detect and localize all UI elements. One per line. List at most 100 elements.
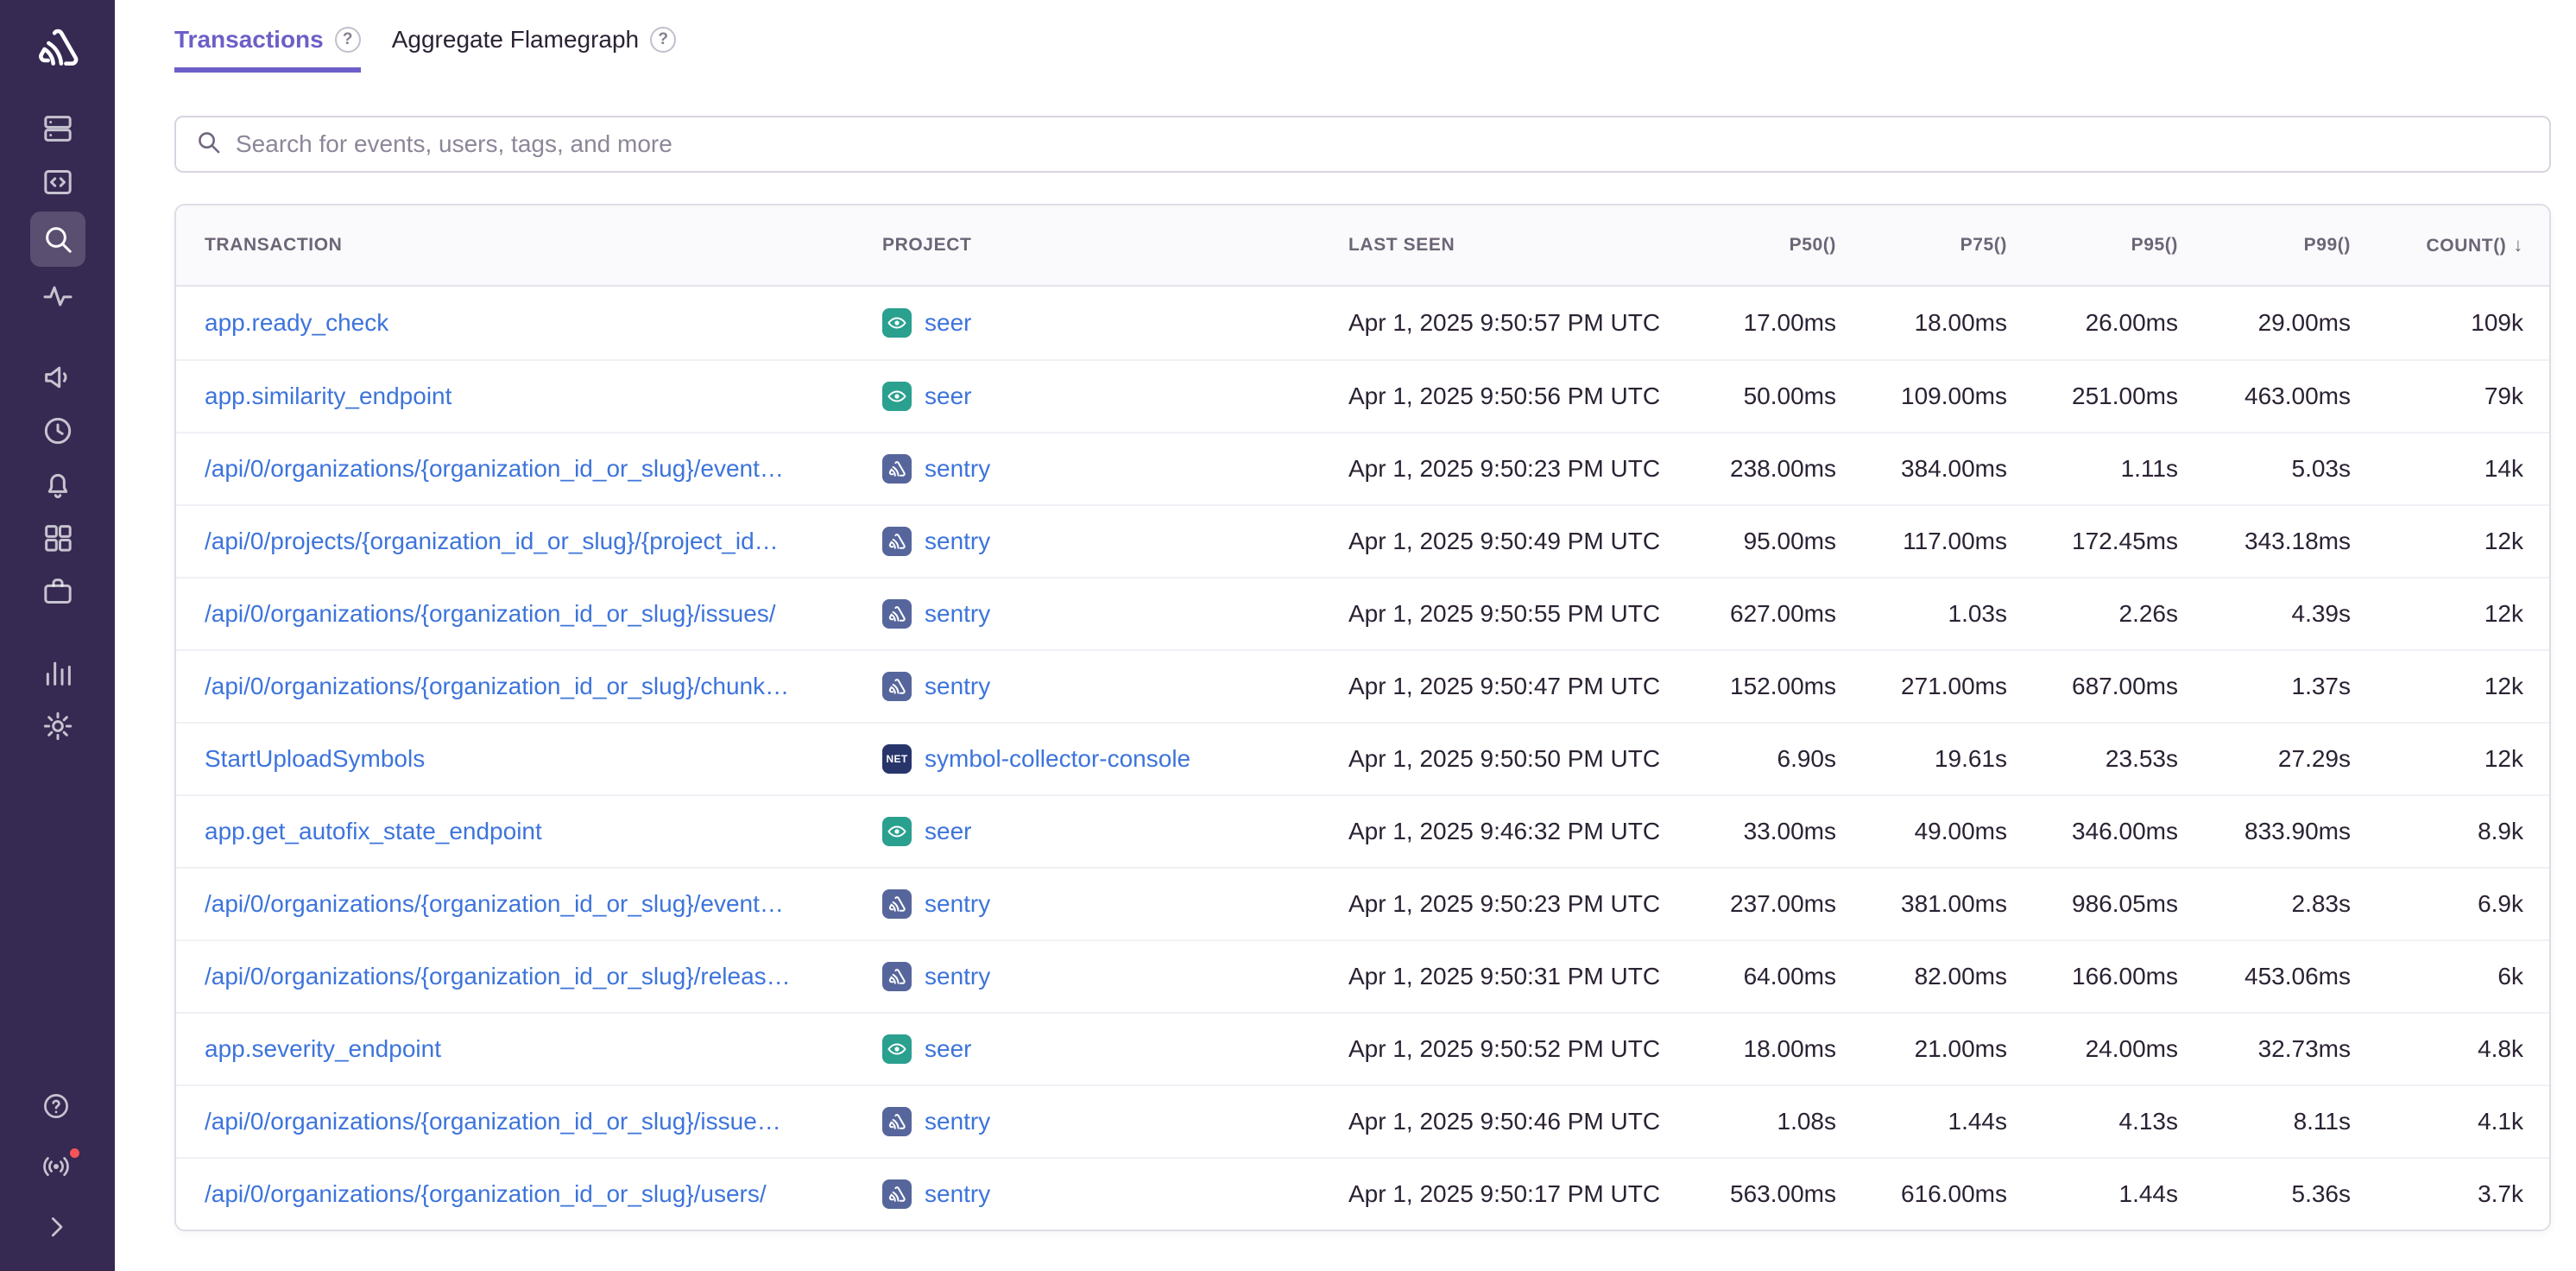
- cell-p75: 19.61s: [1836, 745, 2007, 773]
- column-header-transaction[interactable]: TRANSACTION: [205, 235, 882, 256]
- transaction-link[interactable]: /api/0/projects/{organization_id_or_slug…: [205, 528, 779, 554]
- project-link[interactable]: seer: [925, 818, 971, 845]
- help-circle-icon[interactable]: ?: [335, 27, 361, 53]
- column-header-p75[interactable]: P75(): [1836, 235, 2007, 256]
- cell-p50: 238.00ms: [1676, 455, 1836, 483]
- app-root: Transactions? Aggregate Flamegraph? TRANS…: [0, 0, 2576, 1271]
- cell-transaction: /api/0/organizations/{organization_id_or…: [205, 455, 882, 483]
- transaction-link[interactable]: /api/0/organizations/{organization_id_or…: [205, 1108, 781, 1135]
- sidebar-item-traces[interactable]: [30, 269, 85, 323]
- cell-p99: 27.29s: [2178, 745, 2351, 773]
- cell-transaction: /api/0/organizations/{organization_id_or…: [205, 673, 882, 700]
- sidebar-item-settings[interactable]: [30, 699, 85, 753]
- cell-p50: 152.00ms: [1676, 673, 1836, 700]
- cell-count: 12k: [2351, 673, 2523, 700]
- transaction-link[interactable]: app.get_autofix_state_endpoint: [205, 818, 542, 844]
- column-header-p50[interactable]: P50(): [1676, 235, 1836, 256]
- sidebar-item-issues[interactable]: [30, 102, 85, 155]
- sidebar-item-dashboards[interactable]: [30, 511, 85, 565]
- project-link[interactable]: sentry: [925, 890, 990, 918]
- cell-count: 12k: [2351, 528, 2523, 555]
- transaction-link[interactable]: StartUploadSymbols: [205, 745, 425, 772]
- sidebar-item-stats[interactable]: [30, 646, 85, 699]
- table-row: app.severity_endpointseerApr 1, 2025 9:5…: [176, 1012, 2549, 1084]
- cell-p50: 18.00ms: [1676, 1035, 1836, 1063]
- cell-project: sentry: [882, 672, 1348, 701]
- sentry-logo[interactable]: [33, 22, 83, 73]
- transaction-link[interactable]: /api/0/organizations/{organization_id_or…: [205, 673, 789, 699]
- transaction-link[interactable]: /api/0/organizations/{organization_id_or…: [205, 455, 784, 482]
- cell-last-seen: Apr 1, 2025 9:50:56 PM UTC: [1348, 383, 1676, 410]
- project-avatar-sentry: [882, 1107, 912, 1136]
- cell-project: seer: [882, 382, 1348, 411]
- tab-aggregate-flamegraph[interactable]: Aggregate Flamegraph?: [392, 26, 676, 73]
- transaction-link[interactable]: app.ready_check: [205, 309, 388, 336]
- table-row: /api/0/organizations/{organization_id_or…: [176, 577, 2549, 649]
- project-link[interactable]: sentry: [925, 673, 990, 700]
- sidebar-item-feedback[interactable]: [30, 351, 85, 404]
- help-circle-icon[interactable]: ?: [650, 27, 676, 53]
- cell-project: sentry: [882, 1107, 1348, 1136]
- sidebar-footer: [30, 1081, 85, 1255]
- cell-transaction: /api/0/organizations/{organization_id_or…: [205, 600, 882, 628]
- dotnet-label: NET: [887, 753, 908, 765]
- sidebar-item-help[interactable]: [30, 1081, 85, 1135]
- project-link[interactable]: sentry: [925, 1180, 990, 1208]
- table-header: TRANSACTIONPROJECTLAST SEENP50()P75()P95…: [176, 206, 2549, 287]
- cell-last-seen: Apr 1, 2025 9:50:49 PM UTC: [1348, 528, 1676, 555]
- transaction-link[interactable]: /api/0/organizations/{organization_id_or…: [205, 600, 776, 627]
- search-bar: [174, 116, 2551, 173]
- cell-p95: 166.00ms: [2007, 963, 2178, 990]
- project-avatar-sentry: [882, 454, 912, 484]
- transaction-link[interactable]: /api/0/organizations/{organization_id_or…: [205, 963, 791, 990]
- column-header-project[interactable]: PROJECT: [882, 235, 1348, 256]
- project-avatar-dotnet: NET: [882, 744, 912, 774]
- cell-last-seen: Apr 1, 2025 9:50:47 PM UTC: [1348, 673, 1676, 700]
- cell-p50: 563.00ms: [1676, 1180, 1836, 1208]
- sidebar-item-alerts[interactable]: [30, 458, 85, 511]
- sidebar-item-replays[interactable]: [30, 404, 85, 458]
- sidebar-item-search[interactable]: [30, 212, 85, 267]
- column-header-p99[interactable]: P99(): [2178, 235, 2351, 256]
- table-row: /api/0/projects/{organization_id_or_slug…: [176, 504, 2549, 577]
- sidebar-item-explore[interactable]: [30, 155, 85, 209]
- cell-last-seen: Apr 1, 2025 9:50:17 PM UTC: [1348, 1180, 1676, 1208]
- cell-transaction: /api/0/projects/{organization_id_or_slug…: [205, 528, 882, 555]
- project-avatar-sentry: [882, 889, 912, 919]
- column-header-p95[interactable]: P95(): [2007, 235, 2178, 256]
- tab-transactions[interactable]: Transactions?: [174, 26, 361, 73]
- project-link[interactable]: sentry: [925, 963, 990, 990]
- cell-p50: 627.00ms: [1676, 600, 1836, 628]
- cell-p95: 172.45ms: [2007, 528, 2178, 555]
- cell-p95: 26.00ms: [2007, 309, 2178, 337]
- transaction-link[interactable]: /api/0/organizations/{organization_id_or…: [205, 1180, 767, 1207]
- cell-p75: 616.00ms: [1836, 1180, 2007, 1208]
- column-header-last_seen[interactable]: LAST SEEN: [1348, 235, 1676, 256]
- project-link[interactable]: seer: [925, 383, 971, 410]
- transaction-link[interactable]: /api/0/organizations/{organization_id_or…: [205, 890, 784, 917]
- transaction-link[interactable]: app.similarity_endpoint: [205, 383, 451, 409]
- column-header-count[interactable]: COUNT()↓: [2351, 234, 2523, 256]
- project-link[interactable]: seer: [925, 309, 971, 337]
- project-link[interactable]: sentry: [925, 455, 990, 483]
- tabs: Transactions? Aggregate Flamegraph?: [174, 26, 2551, 73]
- project-link[interactable]: sentry: [925, 528, 990, 555]
- cell-p99: 5.36s: [2178, 1180, 2351, 1208]
- project-link[interactable]: symbol-collector-console: [925, 745, 1190, 773]
- table-row: app.ready_checkseerApr 1, 2025 9:50:57 P…: [176, 287, 2549, 359]
- cell-p95: 251.00ms: [2007, 383, 2178, 410]
- cell-p99: 1.37s: [2178, 673, 2351, 700]
- sidebar-item-whats-new[interactable]: [30, 1141, 85, 1195]
- dashboards-icon: [41, 521, 75, 555]
- sidebar-item-projects[interactable]: [30, 565, 85, 618]
- cell-p50: 17.00ms: [1676, 309, 1836, 337]
- transaction-link[interactable]: app.severity_endpoint: [205, 1035, 441, 1062]
- project-link[interactable]: sentry: [925, 600, 990, 628]
- sidebar-item-collapse[interactable]: [30, 1202, 85, 1255]
- search-input[interactable]: [236, 130, 2530, 158]
- project-link[interactable]: seer: [925, 1035, 971, 1063]
- cell-project: seer: [882, 817, 1348, 846]
- project-link[interactable]: sentry: [925, 1108, 990, 1135]
- cell-transaction: app.get_autofix_state_endpoint: [205, 818, 882, 845]
- table-row: /api/0/organizations/{organization_id_or…: [176, 1157, 2549, 1230]
